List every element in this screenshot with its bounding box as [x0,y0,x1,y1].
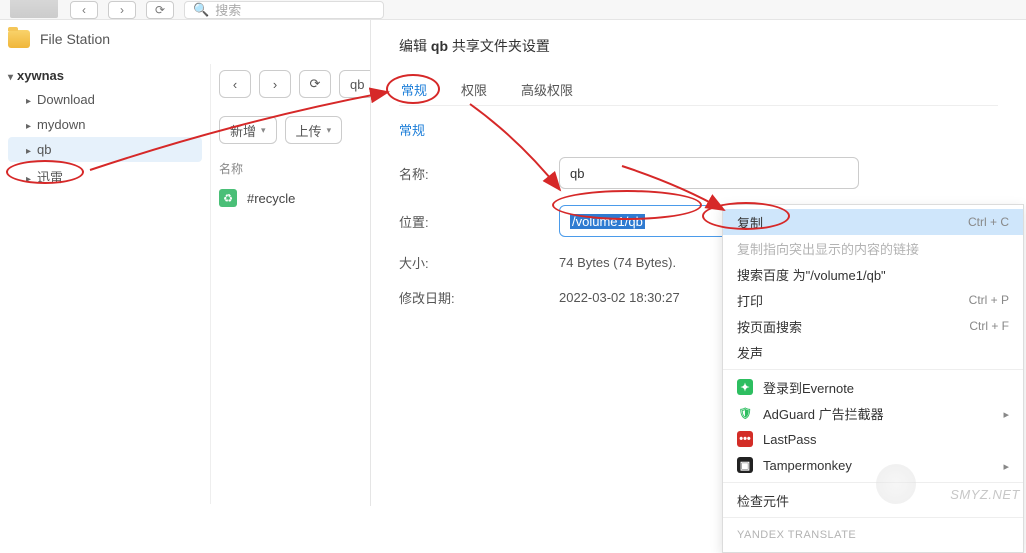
label-mtime: 修改日期: [399,288,559,307]
tab-advanced[interactable]: 高级权限 [519,74,575,105]
shield-icon: 🛡 [737,405,753,421]
tab-general[interactable]: 常规 [399,74,429,105]
sidebar-item-download[interactable]: Download [8,87,202,112]
ctx-adguard[interactable]: 🛡AdGuard 广告拦截器 [723,400,1023,426]
ctx-tampermonkey[interactable]: ▣Tampermonkey [723,452,1023,478]
sidebar-item-xunlei[interactable]: 迅雷 [8,162,202,191]
tampermonkey-icon: ▣ [737,457,753,473]
nav-forward-button[interactable]: › [108,1,136,19]
dialog-title: 编辑 qb 共享文件夹设置 [399,36,998,56]
sidebar: xywnas Download mydown qb 迅雷 [0,64,210,504]
ctx-page-search[interactable]: 按页面搜索 Ctrl + F [723,313,1023,339]
watermark: SMYZ.NET [950,487,1020,502]
search-icon: 🔍 [193,2,209,18]
label-location: 位置: [399,212,559,231]
sidebar-item-mydown[interactable]: mydown [8,112,202,137]
window-toolbar: ‹ › ⟳ 🔍 搜索 [0,0,1026,20]
ctx-speak[interactable]: 发声 [723,339,1023,365]
reload-button[interactable]: ⟳ [299,70,331,98]
ctx-yandex-translate: YANDEX TRANSLATE [723,522,1023,548]
tree-root[interactable]: xywnas [8,64,202,87]
refresh-button[interactable]: ⟳ [146,1,174,19]
section-general: 常规 [399,120,998,139]
ctx-search-baidu[interactable]: 搜索百度 为"/volume1/qb" [723,261,1023,287]
label-size: 大小: [399,253,559,272]
watermark-badge [876,464,916,504]
dialog-tabs: 常规 权限 高级权限 [399,74,998,106]
separator [723,517,1023,518]
chevron-right-icon [1003,406,1009,421]
lastpass-icon: ••• [737,431,753,447]
window-thumbnail [10,0,58,18]
ctx-copy-link: 复制指向突出显示的内容的链接 [723,235,1023,261]
name-field[interactable]: qb [559,157,859,189]
new-button[interactable]: 新增 [219,116,277,144]
back-button[interactable]: ‹ [219,70,251,98]
evernote-icon: ✦ [737,379,753,395]
tab-permission[interactable]: 权限 [459,74,489,105]
forward-button[interactable]: › [259,70,291,98]
label-name: 名称: [399,164,559,183]
search-input[interactable]: 🔍 搜索 [184,1,384,19]
ctx-copy[interactable]: 复制 Ctrl + C [723,209,1023,235]
separator [723,369,1023,370]
app-title: File Station [40,31,110,47]
ctx-evernote[interactable]: ✦登录到Evernote [723,374,1023,400]
nav-back-button[interactable]: ‹ [70,1,98,19]
ctx-lastpass[interactable]: •••LastPass [723,426,1023,452]
upload-button[interactable]: 上传 [285,116,343,144]
ctx-print[interactable]: 打印 Ctrl + P [723,287,1023,313]
separator [723,482,1023,483]
search-placeholder: 搜索 [215,0,241,19]
sidebar-item-qb[interactable]: qb [8,137,202,162]
file-name: #recycle [247,191,295,206]
chevron-right-icon [1003,458,1009,473]
folder-icon [8,30,30,48]
recycle-icon: ♻ [219,189,237,207]
